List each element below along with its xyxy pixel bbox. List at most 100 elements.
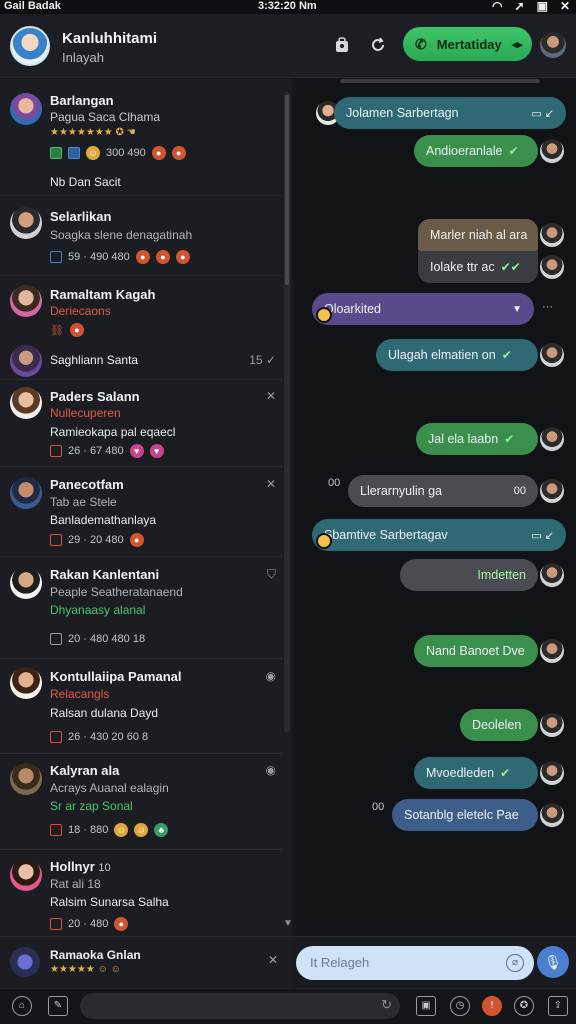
emoji-icon: ☺	[134, 823, 149, 837]
eye-icon[interactable]: ◉	[266, 669, 276, 683]
mic-icon: 🎙	[544, 954, 562, 970]
contact-meta: 20 · 480 ●	[50, 917, 129, 931]
contact-meta: ☺ 300 490 ● ●	[50, 146, 186, 160]
eye-icon[interactable]: ◉	[266, 763, 276, 777]
more-icon[interactable]: ···	[542, 301, 553, 313]
avatar	[540, 563, 564, 587]
rating-stars: ★★★★★★★ ✪ ☚	[50, 127, 136, 138]
avatar	[10, 477, 42, 509]
message-text: Oloarkited	[324, 302, 381, 316]
message-bubble[interactable]: Marler niah al ara	[418, 219, 538, 251]
message-bubble[interactable]: Imdetten	[400, 559, 538, 591]
avatar	[540, 803, 564, 827]
close-icon[interactable]: ✕	[560, 0, 570, 13]
refresh-icon[interactable]: ↻	[381, 997, 392, 1013]
contact-name: Hollnyr 10	[50, 859, 111, 874]
contact-meta: ⛓ ●	[50, 323, 84, 337]
app-icon	[50, 534, 62, 546]
message-bubble[interactable]: Mvoedleden ✔	[414, 757, 538, 789]
emoji-icon: ●	[69, 323, 84, 337]
emoji-icon: ●	[114, 917, 129, 931]
avatar	[540, 479, 564, 503]
close-icon[interactable]: ✕	[266, 389, 276, 403]
emoji-icon: ♣	[154, 823, 169, 837]
signal-icon: ➚	[514, 0, 525, 13]
message-input[interactable]: It Relageh ⌀	[296, 946, 534, 980]
contact-meta: 26 · 67 480 ♥ ♥	[50, 444, 164, 458]
meta-text: 26 · 430 20 60 8	[68, 731, 149, 743]
contact-name: Rakan Kanlentani	[50, 567, 160, 582]
pane-top-edge	[340, 79, 540, 83]
contact-name: Panecotfam	[50, 477, 124, 492]
bag-icon[interactable]	[332, 36, 352, 56]
pinned-chat[interactable]: Ramaoka Gnlan ★★★★★ ☺ ☺ ✕	[0, 936, 292, 988]
chevron-down-icon[interactable]: ▼	[512, 304, 522, 315]
shield-icon: ⛉	[266, 567, 276, 581]
check-icon: ✔	[508, 144, 519, 158]
message-text: Sotanblg eletelc Pae	[404, 808, 519, 822]
wifi-icon: ◠	[492, 0, 503, 13]
divider	[0, 275, 282, 276]
contact-meta: 20 · 480 480 18	[50, 633, 145, 645]
message-bubble[interactable]: Nand Banoet Dve	[414, 635, 538, 667]
app-icon	[50, 824, 62, 836]
avatar	[10, 667, 42, 699]
mic-button[interactable]: 🎙	[537, 946, 569, 978]
contact-avatar[interactable]	[540, 32, 566, 58]
call-button[interactable]: ✆ Mertatiday ◂▸	[403, 27, 532, 61]
message-bubble[interactable]: Sotanblg eletelc Pae	[392, 799, 538, 831]
reply-icon[interactable]: ▭ ↙	[531, 107, 554, 120]
call-label: Mertatiday	[436, 36, 502, 52]
share-icon[interactable]: ⇪	[548, 996, 568, 1016]
message-bubble[interactable]: Iolake ttr ac ✔✔	[418, 251, 538, 283]
emoji-icon: ♥	[149, 444, 164, 458]
alert-icon[interactable]: !	[482, 996, 502, 1016]
game-icon[interactable]: ✪	[514, 996, 534, 1016]
status-icons: ◠ ➚ ▣ ✕	[492, 0, 570, 13]
attach-icon[interactable]: ⌀	[506, 954, 524, 972]
contact-name-suffix: 10	[98, 862, 111, 874]
meta-text: 20 · 480 480 18	[68, 633, 146, 645]
message-bubble[interactable]: Jal ela laabn ✔	[416, 423, 538, 455]
message-bubble[interactable]: Oloarkited ▼	[312, 293, 534, 325]
close-icon[interactable]: ✕	[268, 953, 278, 967]
avatar	[540, 139, 564, 163]
profile-avatar[interactable]	[10, 26, 50, 66]
conversation-pane: Jolamen Sarbertagn ▭ ↙ Andioeranlale ✔ Mar…	[296, 79, 576, 936]
gallery-icon[interactable]: ▣	[416, 996, 436, 1016]
emoji-icon: ●	[129, 533, 144, 547]
home-icon[interactable]: ⌂	[12, 996, 32, 1016]
message-bubble[interactable]: Deolelen	[460, 709, 538, 741]
list-scroll-thumb[interactable]	[285, 95, 289, 285]
app-icon	[50, 633, 62, 645]
divider	[0, 658, 282, 659]
emoji-icon: ●	[175, 250, 190, 264]
contact-subtitle: Acrays Auanal ealagin	[50, 781, 169, 795]
message-bubble[interactable]: Sbamtive Sarbertagav ▭ ↙	[312, 519, 566, 551]
avatar	[540, 713, 564, 737]
meta-text: 26 · 67 480	[68, 445, 124, 457]
contact-name: Barlangan	[50, 93, 114, 108]
carrier-label: Gail Badak	[4, 0, 61, 12]
app-icon	[50, 251, 62, 263]
contact-subtitle: Soagka slene denagatinah	[50, 228, 193, 242]
search-bar[interactable]: ↻	[80, 993, 400, 1019]
last-message: Ralsim Sunarsa Salha	[50, 895, 169, 909]
reply-icon[interactable]: ▭ ↙	[531, 529, 554, 542]
message-bubble[interactable]: Llerarnyulin ga 00	[348, 475, 538, 507]
avatar	[10, 387, 42, 419]
refresh-icon[interactable]	[368, 36, 388, 56]
message-bubble[interactable]: Andioeranlale ✔	[414, 135, 538, 167]
emoji-icon: ☺	[86, 146, 100, 160]
avatar	[540, 223, 564, 247]
compose-icon[interactable]: ✎	[48, 996, 68, 1016]
message-bubble[interactable]: Jolamen Sarbertagn ▭ ↙	[334, 97, 566, 129]
clock-icon[interactable]: ◷	[450, 996, 470, 1016]
battery-icon: ▣	[536, 0, 548, 13]
reaction-icon	[316, 307, 332, 323]
close-icon[interactable]: ✕	[266, 477, 276, 491]
message-bubble[interactable]: Ulagah elmatien on ✔	[376, 339, 538, 371]
check-icon: ✔	[504, 432, 515, 446]
emoji-icon: ●	[171, 146, 186, 160]
scroll-down-icon[interactable]: ▼	[283, 918, 293, 929]
